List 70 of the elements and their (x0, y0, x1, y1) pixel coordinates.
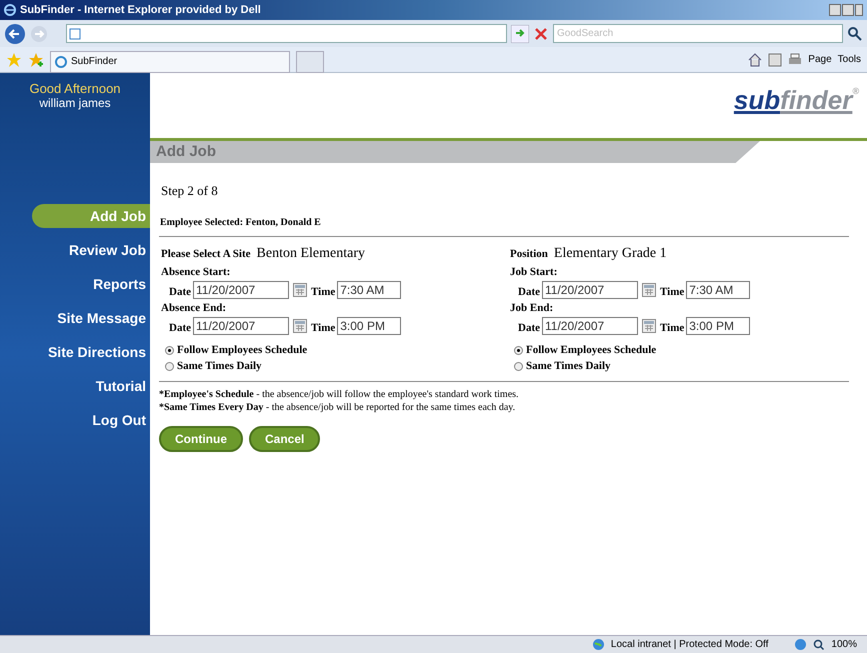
radio-button[interactable] (514, 362, 523, 371)
refresh-icon[interactable] (511, 24, 529, 42)
field-heading: Absence Start: (161, 266, 232, 278)
time-field[interactable]: 7:30 AM (686, 280, 750, 299)
zone-status: Local intranet | Protected Mode: Off (610, 638, 768, 652)
zoom-icon[interactable] (813, 638, 826, 650)
nav-link[interactable]: Log Out (92, 408, 150, 432)
page-title-banner: Add Job (150, 141, 760, 163)
date-field[interactable]: 11/20/2007 (193, 317, 289, 336)
note: *Employee's Schedule - the absence/job will follow the employee's standard work times. (159, 388, 520, 400)
logo: subfinder® (734, 85, 859, 115)
time-field[interactable]: 7:30 AM (337, 280, 402, 299)
zoom-level[interactable]: 100% (831, 637, 857, 652)
address-field[interactable] (66, 24, 507, 43)
radio-label: Same Times Daily (177, 359, 262, 374)
employee-selected: Employee Selected: Fenton, Donald E (160, 216, 322, 230)
nav-link[interactable]: Reports (93, 272, 150, 296)
search-icon[interactable] (847, 26, 863, 42)
time-field[interactable]: 3:00 PM (337, 317, 402, 336)
date-label: Date (169, 321, 191, 336)
nav-link[interactable]: Site Directions (48, 340, 150, 364)
calendar-icon[interactable] (642, 282, 656, 297)
date-field[interactable]: 11/20/2007 (542, 280, 638, 299)
printer-icon[interactable] (788, 52, 802, 66)
field-label: Please Select A Site (161, 246, 251, 262)
field-heading: Absence End: (161, 302, 228, 315)
radio-button[interactable] (165, 346, 174, 355)
field-value: Benton Elementary (256, 244, 365, 262)
date-field[interactable]: 11/20/2007 (193, 280, 289, 299)
new-tab-button[interactable] (296, 50, 324, 72)
field-label: Position (510, 246, 548, 262)
star-icon[interactable] (6, 52, 22, 68)
date-field[interactable]: 11/20/2007 (542, 317, 638, 336)
time-label: Time (311, 284, 336, 300)
calendar-icon[interactable] (642, 319, 656, 334)
radio-label: Same Times Daily (526, 359, 611, 374)
calendar-icon[interactable] (293, 282, 307, 297)
window-controls-icon[interactable] (829, 4, 863, 16)
window-title: SubFinder - Internet Explorer provided by Dell (20, 2, 262, 18)
toolbar-menu[interactable]: Tools (838, 52, 861, 67)
toolbar-menu[interactable]: Page (808, 52, 832, 67)
browser-tab[interactable]: SubFinder (50, 50, 290, 72)
radio-button[interactable] (165, 362, 174, 371)
stop-icon[interactable] (533, 26, 549, 42)
add-favorite-icon[interactable] (28, 52, 44, 68)
step-indicator: Step 2 of 8 (161, 182, 219, 200)
time-field[interactable]: 3:00 PM (686, 317, 750, 336)
radio-label: Follow Employees Schedule (526, 343, 656, 358)
time-label: Time (660, 321, 684, 336)
search-field[interactable]: GoodSearch (553, 24, 843, 43)
greeting: Good Afternoon (29, 81, 121, 96)
date-label: Date (169, 284, 191, 300)
nav-link[interactable]: Review Job (68, 238, 150, 262)
field-heading: Job End: (510, 302, 554, 315)
user-name: william james (39, 96, 111, 110)
browser-logo-icon (4, 4, 16, 16)
date-label: Date (518, 284, 540, 300)
time-label: Time (311, 321, 336, 336)
radio-label: Follow Employees Schedule (177, 343, 308, 358)
home-icon[interactable] (748, 52, 762, 66)
field-heading: Job Start: (510, 266, 558, 278)
field-value: Elementary Grade 1 (554, 244, 667, 262)
calendar-icon[interactable] (293, 319, 307, 334)
nav-link[interactable]: Tutorial (96, 374, 150, 398)
radio-button[interactable] (514, 346, 523, 355)
time-label: Time (660, 284, 684, 300)
date-label: Date (518, 321, 540, 336)
back-icon[interactable] (4, 22, 26, 44)
note: *Same Times Every Day - the absence/job will be reported for the same times each day. (159, 400, 516, 414)
nav-link[interactable]: Site Message (57, 306, 150, 330)
